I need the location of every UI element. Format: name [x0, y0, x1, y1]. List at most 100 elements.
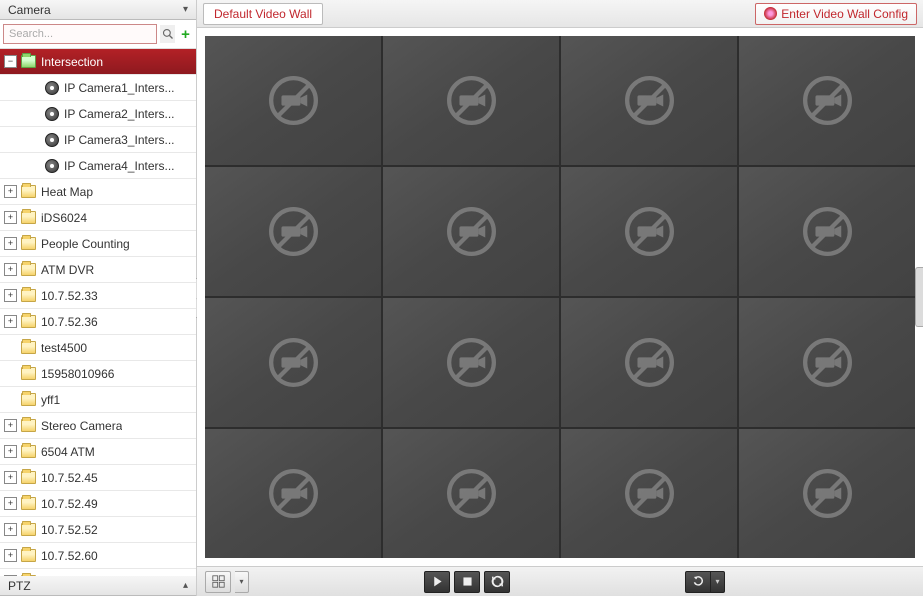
video-tile[interactable] [383, 429, 559, 558]
tree-node[interactable]: IP Camera3_Inters... [0, 127, 196, 153]
video-tile[interactable] [739, 36, 915, 165]
video-tile[interactable] [739, 167, 915, 296]
expand-icon[interactable]: + [4, 237, 17, 250]
tree-node-label: IP Camera3_Inters... [64, 133, 175, 147]
tree-node[interactable]: +10.7.52.45 [0, 465, 196, 491]
video-tile[interactable] [561, 429, 737, 558]
tree-node[interactable]: +iDS6024 [0, 205, 196, 231]
video-tile[interactable] [561, 298, 737, 427]
tree-node[interactable]: +ATM DVR [0, 257, 196, 283]
refresh-button[interactable] [484, 571, 510, 593]
tree-node-label: 10.7.52.36 [41, 315, 98, 329]
tree-node[interactable]: +10.7.52.33 [0, 283, 196, 309]
video-tile[interactable] [205, 298, 381, 427]
expand-icon[interactable]: + [4, 497, 17, 510]
tree-node[interactable]: test4500 [0, 335, 196, 361]
search-row: + [0, 20, 196, 49]
folder-icon [21, 185, 36, 198]
tree-node[interactable]: +10.7.52.60 [0, 543, 196, 569]
video-tile[interactable] [205, 167, 381, 296]
expand-icon[interactable]: + [4, 471, 17, 484]
video-tile[interactable] [383, 167, 559, 296]
tree-node[interactable]: +10.7.52.36 [0, 309, 196, 335]
collapse-icon[interactable]: − [4, 55, 17, 68]
search-button[interactable] [160, 25, 175, 43]
tree-node[interactable]: 15958010966 [0, 361, 196, 387]
expand-icon[interactable]: + [4, 185, 17, 198]
tree-node[interactable]: yff1 [0, 387, 196, 413]
enter-video-wall-config-button[interactable]: Enter Video Wall Config [755, 3, 917, 25]
tab-default-video-wall[interactable]: Default Video Wall [203, 3, 323, 25]
video-tile[interactable] [739, 298, 915, 427]
tree-node-label: Stereo Camera [41, 419, 122, 433]
expand-icon[interactable]: + [4, 549, 17, 562]
video-tile[interactable] [739, 429, 915, 558]
camera-icon [45, 159, 59, 173]
camera-icon [45, 107, 59, 121]
video-tile[interactable] [205, 36, 381, 165]
folder-icon [21, 523, 36, 536]
tree-node[interactable]: +10.7.52.61 [0, 569, 196, 576]
no-signal-icon [622, 204, 677, 259]
tree-node[interactable]: +10.7.52.49 [0, 491, 196, 517]
tree-node[interactable]: +10.7.52.52 [0, 517, 196, 543]
stop-icon [461, 575, 474, 588]
play-button[interactable] [424, 571, 450, 593]
expand-right-handle[interactable] [915, 267, 923, 327]
tree-node-label: IP Camera2_Inters... [64, 107, 175, 121]
folder-icon [21, 315, 36, 328]
stop-button[interactable] [454, 571, 480, 593]
bottom-toolbar: ▾ ▾ [197, 566, 923, 596]
no-signal-icon [266, 73, 321, 128]
video-wall-grid [205, 36, 915, 558]
undo-button[interactable] [685, 571, 711, 593]
video-tile[interactable] [205, 429, 381, 558]
no-signal-icon [800, 73, 855, 128]
expand-icon[interactable]: + [4, 211, 17, 224]
tree-node-label: People Counting [41, 237, 130, 251]
video-tile[interactable] [383, 298, 559, 427]
tree-node[interactable]: −Intersection [0, 49, 196, 75]
no-signal-icon [622, 335, 677, 390]
expand-icon[interactable]: + [4, 315, 17, 328]
topbar: Default Video Wall Enter Video Wall Conf… [197, 0, 923, 28]
tree-node-label: test4500 [41, 341, 87, 355]
tree-node[interactable]: + Stereo Camera [0, 413, 196, 439]
undo-dropdown[interactable]: ▾ [711, 571, 725, 593]
tree-node[interactable]: IP Camera2_Inters... [0, 101, 196, 127]
expand-icon[interactable]: + [4, 445, 17, 458]
ptz-panel-header[interactable]: PTZ ▴ [0, 576, 196, 596]
video-tile[interactable] [561, 167, 737, 296]
layout-button[interactable] [205, 571, 231, 593]
folder-icon [21, 393, 36, 406]
search-input[interactable] [3, 24, 157, 44]
tree-node-label: 15958010966 [41, 367, 114, 381]
expand-icon[interactable]: + [4, 263, 17, 276]
layout-dropdown[interactable]: ▾ [235, 571, 249, 593]
expand-icon[interactable]: + [4, 289, 17, 302]
no-signal-icon [622, 466, 677, 521]
add-button[interactable]: + [178, 25, 193, 43]
tree-node-label: 6504 ATM [41, 445, 95, 459]
tree-node-label: IP Camera4_Inters... [64, 159, 175, 173]
no-signal-icon [266, 335, 321, 390]
refresh-icon [491, 575, 504, 588]
tree-node[interactable]: + People Counting [0, 231, 196, 257]
magnifier-icon [162, 28, 174, 40]
tree-node[interactable]: +Heat Map [0, 179, 196, 205]
tree-node[interactable]: +6504 ATM [0, 439, 196, 465]
camera-panel-header[interactable]: Camera ▾ [0, 0, 196, 20]
folder-icon [21, 341, 36, 354]
folder-icon [21, 289, 36, 302]
tree-node[interactable]: IP Camera1_Inters... [0, 75, 196, 101]
video-tile[interactable] [561, 36, 737, 165]
tree-node-label: 10.7.52.33 [41, 289, 98, 303]
expand-icon[interactable]: + [4, 419, 17, 432]
expand-icon[interactable]: + [4, 523, 17, 536]
tree-node[interactable]: IP Camera4_Inters... [0, 153, 196, 179]
play-icon [431, 575, 444, 588]
video-tile[interactable] [383, 36, 559, 165]
tree-node-label: 10.7.52.60 [41, 549, 98, 563]
camera-tree[interactable]: −IntersectionIP Camera1_Inters... IP Came… [0, 49, 196, 576]
no-signal-icon [444, 335, 499, 390]
